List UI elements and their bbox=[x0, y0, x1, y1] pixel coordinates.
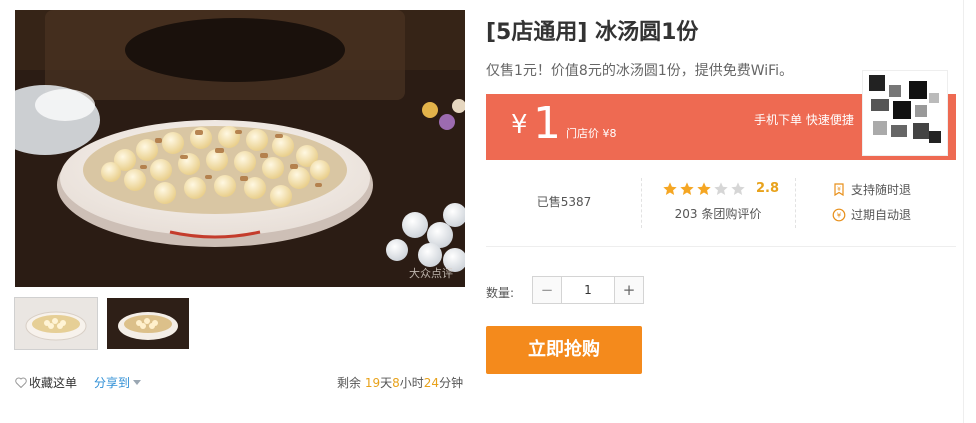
page-edge-divider bbox=[963, 0, 964, 423]
thumbnail-image bbox=[15, 298, 97, 349]
star-filled-icon bbox=[697, 182, 711, 195]
star-filled-icon bbox=[663, 182, 677, 195]
product-subtitle: 仅售1元！价值8元的冰汤圆1份，提供免费WiFi。 bbox=[486, 63, 794, 79]
product-title: [5店通用] 冰汤圆1份 bbox=[486, 20, 699, 45]
qr-code bbox=[862, 70, 948, 156]
star-filled-icon bbox=[680, 182, 694, 195]
favorite-button[interactable]: 收藏这单 bbox=[15, 374, 77, 391]
divider bbox=[795, 178, 796, 228]
currency-symbol: ¥ bbox=[511, 110, 528, 140]
thumbnail-image bbox=[107, 298, 189, 349]
star-empty-icon bbox=[731, 182, 745, 195]
svg-text:¥: ¥ bbox=[837, 186, 841, 193]
section-divider bbox=[486, 246, 956, 247]
countdown-days: 19 bbox=[364, 376, 381, 390]
quantity-increase-button[interactable]: + bbox=[614, 277, 643, 303]
thumbnail-1[interactable] bbox=[14, 297, 98, 350]
store-price: 门店价 ¥8 bbox=[566, 127, 617, 140]
countdown-hours: 8 bbox=[392, 376, 400, 390]
thumbnail-2[interactable] bbox=[107, 298, 189, 349]
favorite-label: 收藏这单 bbox=[29, 376, 78, 390]
deal-price: 1 bbox=[533, 98, 561, 149]
heart-icon bbox=[15, 377, 27, 388]
sold-count: 已售5387 bbox=[536, 195, 592, 209]
service-auto-refund: ¥ 过期自动退 bbox=[832, 206, 911, 223]
quantity-stepper: − + bbox=[532, 276, 644, 304]
svg-text:¥: ¥ bbox=[837, 211, 842, 219]
watermark-label: 大众点评 bbox=[409, 267, 453, 280]
review-count-link[interactable]: 203 条团购评价 bbox=[642, 205, 794, 222]
buy-now-button[interactable]: 立即抢购 bbox=[486, 326, 642, 374]
countdown-hours-unit: 小时 bbox=[399, 376, 424, 390]
service-refund-anytime: ¥ 支持随时退 bbox=[832, 181, 911, 198]
countdown-timer: 剩余 19天8小时24分钟 bbox=[337, 374, 463, 391]
rating-score: 2.8 bbox=[756, 181, 780, 196]
countdown-minutes: 24 bbox=[423, 376, 440, 390]
star-rating bbox=[662, 181, 746, 197]
countdown-days-unit: 天 bbox=[380, 376, 393, 390]
chevron-down-icon bbox=[133, 379, 142, 385]
quantity-input[interactable] bbox=[562, 277, 614, 303]
qr-code-image bbox=[863, 71, 947, 155]
main-product-photo: 大众点评 bbox=[15, 10, 465, 287]
countdown-minutes-unit: 分钟 bbox=[439, 376, 464, 390]
countdown-prefix: 剩余 bbox=[337, 376, 362, 390]
refund-icon: ¥ bbox=[834, 182, 844, 196]
quantity-decrease-button[interactable]: − bbox=[533, 277, 562, 303]
mobile-order-note: 手机下单 快速便捷 bbox=[754, 113, 854, 127]
service-label: 过期自动退 bbox=[851, 208, 912, 222]
service-label: 支持随时退 bbox=[851, 183, 912, 197]
share-button[interactable]: 分享到 bbox=[94, 374, 142, 391]
dessert-photo bbox=[15, 10, 465, 287]
star-empty-icon bbox=[714, 182, 728, 195]
rating-summary[interactable]: 2.8 203 条团购评价 bbox=[642, 178, 794, 228]
share-label: 分享到 bbox=[94, 376, 131, 390]
quantity-label: 数量: bbox=[486, 286, 515, 300]
auto-refund-icon: ¥ bbox=[832, 208, 846, 221]
